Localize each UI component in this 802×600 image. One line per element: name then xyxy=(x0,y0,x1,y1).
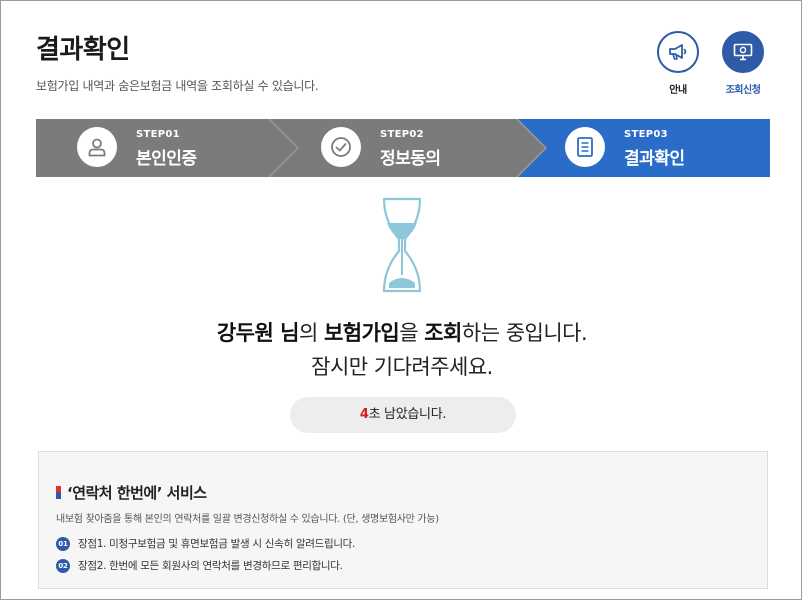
guide-label: 안내 xyxy=(669,85,687,96)
apply-inquiry-button[interactable]: 조회신청 xyxy=(720,31,766,96)
service-benefit-item: 01 장점1. 미청구보험금 및 휴면보험금 발생 시 신속히 알려드립니다. xyxy=(56,536,355,551)
service-title: ‘연락처 한번에’ 서비스 xyxy=(56,482,207,503)
document-icon xyxy=(565,127,605,167)
progress-message: 강두원 님의 보험가입을 조회하는 중입니다. xyxy=(1,317,802,347)
guide-button[interactable]: 안내 xyxy=(655,31,701,96)
service-description: 내보험 찾아줌을 통해 본인의 연락처를 일괄 변경신청하실 수 있습니다. (… xyxy=(56,514,439,525)
step-2-number: STEP02 xyxy=(380,129,424,140)
name-suffix: 님 xyxy=(273,321,299,345)
step-2-label: 정보동의 xyxy=(380,149,441,169)
service-title-text: ‘연락처 한번에’ 서비스 xyxy=(67,484,207,502)
user-icon xyxy=(77,127,117,167)
step-3-active: STEP03 결과확인 xyxy=(526,119,770,177)
countdown-timer: 4초 남았습니다. xyxy=(290,397,516,433)
particle-2: 을 xyxy=(399,321,425,345)
step-1: STEP01 본인인증 xyxy=(36,119,281,177)
page-subtitle: 보험가입 내역과 숨은보험금 내역을 조회하실 수 있습니다. xyxy=(36,79,319,93)
number-badge: 01 xyxy=(56,536,70,551)
step-1-number: STEP01 xyxy=(136,129,180,140)
countdown-text: 초 남았습니다. xyxy=(368,407,447,422)
step-2: STEP02 정보동의 xyxy=(281,119,526,177)
progress-rest: 하는 중입니다. xyxy=(461,321,588,345)
megaphone-icon xyxy=(657,31,699,73)
service-benefit-text: 장점2. 한번에 모든 회원사의 연락처를 변경하므로 편리합니다. xyxy=(78,560,343,572)
step-3-label: 결과확인 xyxy=(624,149,685,169)
countdown-seconds: 4 xyxy=(359,407,369,422)
monitor-search-icon xyxy=(722,31,764,73)
hourglass-icon xyxy=(372,195,432,299)
number-badge: 02 xyxy=(56,558,70,573)
particle-1: 의 xyxy=(298,321,324,345)
wait-message: 잠시만 기다려주세요. xyxy=(311,355,493,379)
apply-inquiry-label: 조회신청 xyxy=(725,85,761,96)
inquiry-item: 보험가입 xyxy=(323,321,400,345)
step-progress-bar: STEP01 본인인증 STEP02 정보동의 STEP03 결과확인 xyxy=(36,119,770,177)
page-title: 결과확인 xyxy=(36,35,130,65)
service-benefit-item: 02 장점2. 한번에 모든 회원사의 연락처를 변경하므로 편리합니다. xyxy=(56,558,343,573)
step-1-label: 본인인증 xyxy=(136,149,197,169)
service-benefit-text: 장점1. 미청구보험금 및 휴면보험금 발생 시 신속히 알려드립니다. xyxy=(78,538,356,550)
step-3-number: STEP03 xyxy=(624,129,668,140)
user-name: 강두원 xyxy=(216,321,274,345)
contact-service-panel: ‘연락처 한번에’ 서비스 내보험 찾아줌을 통해 본인의 연락처를 일괄 변경… xyxy=(38,451,768,589)
inquiry-action: 조회 xyxy=(424,321,462,345)
check-circle-icon xyxy=(321,127,361,167)
page-frame: 결과확인 보험가입 내역과 숨은보험금 내역을 조회하실 수 있습니다. 안내 … xyxy=(0,0,802,600)
flag-marker-icon xyxy=(56,486,61,499)
